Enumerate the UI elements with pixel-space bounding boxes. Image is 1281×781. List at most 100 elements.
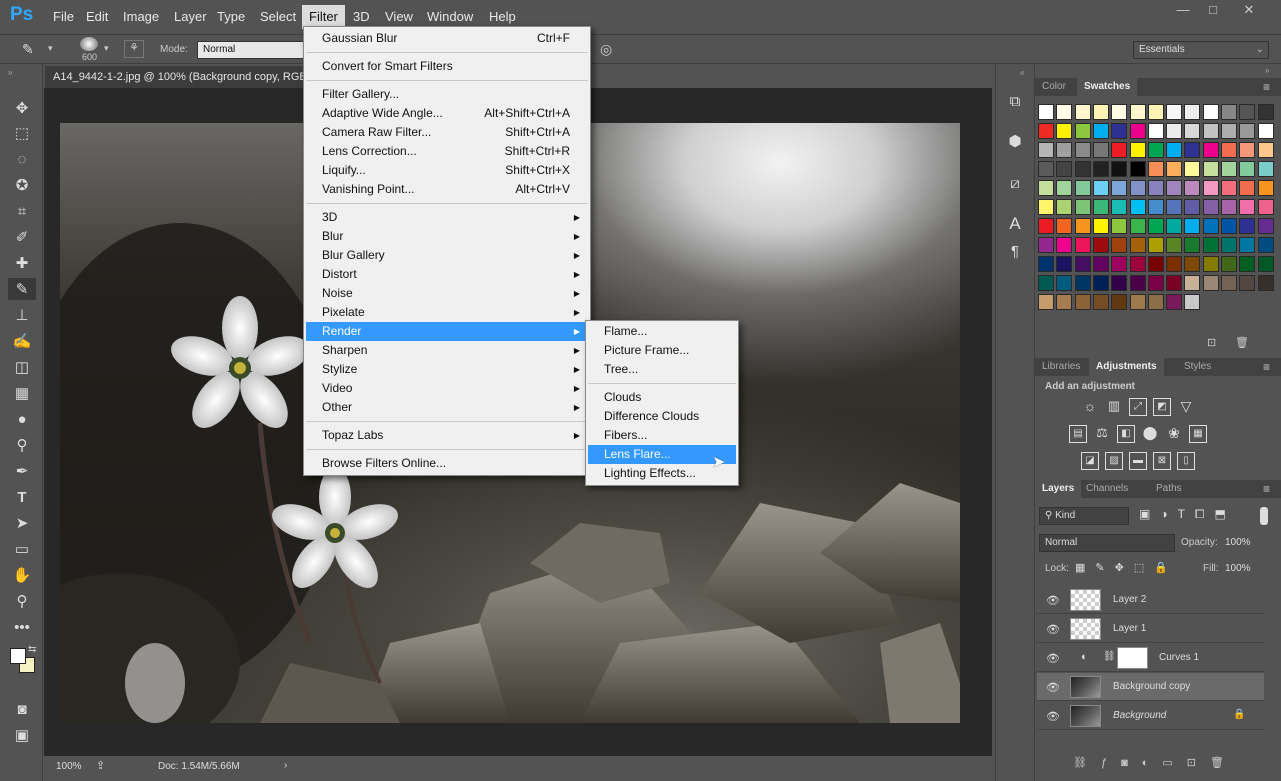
layer-row[interactable]: 👁 Layer 2	[1037, 586, 1264, 614]
fill-value[interactable]: 100%	[1225, 563, 1251, 574]
eyedropper-tool-icon[interactable]: ✐	[8, 226, 36, 248]
lock-icons[interactable]: ▦✎✥⬚🔒	[1075, 561, 1178, 574]
dodge-tool-icon[interactable]: ⚲	[8, 434, 36, 456]
threshold-icon[interactable]: ▬	[1129, 452, 1147, 470]
color-swatch[interactable]	[1056, 218, 1073, 234]
menu-item-liquify[interactable]: Liquify... Shift+Ctrl+X	[306, 161, 588, 180]
blur-tool-icon[interactable]: ●	[8, 408, 36, 430]
color-swatch[interactable]	[1129, 180, 1146, 196]
brightness-contrast-icon[interactable]: ☼	[1081, 398, 1099, 416]
mode-select[interactable]: Normal	[197, 41, 307, 59]
menu-type[interactable]: Type	[210, 5, 252, 29]
color-swatch[interactable]	[1074, 142, 1091, 158]
color-swatch[interactable]	[1166, 161, 1183, 177]
color-swatch[interactable]	[1147, 142, 1164, 158]
color-swatch[interactable]	[1074, 123, 1091, 139]
brush-tool-icon[interactable]: ✎	[8, 278, 36, 300]
tab-swatches[interactable]: Swatches	[1077, 78, 1138, 96]
color-swatch[interactable]	[1038, 104, 1054, 120]
color-swatch[interactable]	[1221, 180, 1237, 196]
menu-item-browse-filters-online[interactable]: Browse Filters Online...	[306, 454, 588, 473]
color-swatch[interactable]	[1074, 237, 1091, 253]
color-swatch[interactable]	[1038, 123, 1054, 139]
menu-item-pixelate[interactable]: Pixelate ▶	[306, 303, 588, 322]
menu-item-blur-gallery[interactable]: Blur Gallery ▶	[306, 246, 588, 265]
menu-edit[interactable]: Edit	[79, 5, 115, 29]
color-swatch[interactable]	[1221, 199, 1237, 215]
color-swatch[interactable]	[1111, 161, 1128, 177]
color-swatch[interactable]	[1257, 123, 1274, 139]
color-swatch[interactable]	[1111, 180, 1128, 196]
menu-item-flame[interactable]: Flame...	[588, 322, 736, 341]
panel-menu-icon[interactable]: ≡	[1263, 482, 1270, 496]
layer-actions[interactable]: ⛓ƒ◙◐▭⊡🗑	[1073, 756, 1238, 769]
menu-item-video[interactable]: Video ▶	[306, 379, 588, 398]
color-swatch[interactable]	[1184, 142, 1201, 158]
color-swatch[interactable]	[1056, 180, 1073, 196]
color-swatch[interactable]	[1166, 104, 1183, 120]
color-swatch[interactable]	[1038, 275, 1054, 291]
color-swatch[interactable]	[1221, 142, 1237, 158]
visibility-eye-icon[interactable]: 👁	[1046, 652, 1060, 665]
color-swatch[interactable]	[1147, 237, 1164, 253]
gradient-tool-icon[interactable]: ▦	[8, 382, 36, 404]
pen-tool-icon[interactable]: ✒	[8, 460, 36, 482]
color-swatch[interactable]	[1239, 275, 1256, 291]
color-swatch[interactable]	[1129, 104, 1146, 120]
color-swatch[interactable]	[1239, 161, 1256, 177]
healing-brush-tool-icon[interactable]: ✚	[8, 252, 36, 274]
menu-select[interactable]: Select	[253, 5, 303, 29]
color-swatch[interactable]	[1166, 218, 1183, 234]
tab-libraries[interactable]: Libraries	[1035, 358, 1087, 376]
menu-item-other[interactable]: Other ▶	[306, 398, 588, 417]
color-swatch[interactable]	[1257, 161, 1274, 177]
color-swatch[interactable]	[1147, 294, 1164, 310]
maximize-button[interactable]: □	[1200, 2, 1226, 18]
color-swatch[interactable]	[1202, 142, 1219, 158]
color-swatch[interactable]	[1166, 199, 1183, 215]
color-swatch[interactable]	[1257, 142, 1274, 158]
gradient-map-icon[interactable]: ▯	[1177, 452, 1195, 470]
brush-picker-dropdown-icon[interactable]: ▾	[104, 43, 109, 54]
visibility-eye-icon[interactable]: 👁	[1046, 594, 1060, 607]
visibility-eye-icon[interactable]: 👁	[1046, 681, 1060, 694]
menu-item-blur[interactable]: Blur ▶	[306, 227, 588, 246]
color-swatch[interactable]	[1111, 294, 1128, 310]
menu-image[interactable]: Image	[116, 5, 166, 29]
color-swatch[interactable]	[1184, 123, 1201, 139]
layer-row[interactable]: 👁 Background copy	[1037, 673, 1264, 701]
foreground-color-swatch[interactable]	[10, 648, 26, 664]
zoom-tool-icon[interactable]: ⚲	[8, 590, 36, 612]
color-swatch[interactable]	[1239, 123, 1256, 139]
color-swatch[interactable]	[1239, 104, 1256, 120]
color-swatch[interactable]	[1056, 256, 1073, 272]
color-swatch[interactable]	[1056, 275, 1073, 291]
menu-item-render[interactable]: Render ▶	[306, 322, 588, 341]
color-swatch[interactable]	[1129, 142, 1146, 158]
menu-item-stylize[interactable]: Stylize ▶	[306, 360, 588, 379]
color-swatch[interactable]	[1092, 123, 1109, 139]
color-swatch[interactable]	[1221, 104, 1237, 120]
color-swatch[interactable]	[1202, 218, 1219, 234]
menu-item-tree[interactable]: Tree...	[588, 360, 736, 379]
color-swatch[interactable]	[1092, 256, 1109, 272]
layer-filter-kind-select[interactable]: ⚲ Kind	[1039, 507, 1129, 525]
color-swatch[interactable]	[1092, 218, 1109, 234]
color-balance-icon[interactable]: ⚖	[1093, 425, 1111, 443]
color-swatch[interactable]	[1147, 104, 1164, 120]
color-swatch[interactable]	[1166, 294, 1183, 310]
color-swatch[interactable]	[1257, 275, 1274, 291]
color-swatch[interactable]	[1129, 218, 1146, 234]
color-swatch[interactable]	[1239, 237, 1256, 253]
more-tools-icon[interactable]: •••	[8, 616, 36, 638]
layer-row[interactable]: 👁 ◐ ⛓ Curves 1	[1037, 644, 1264, 672]
document-tab[interactable]: A14_9442-1-2.jpg @ 100% (Background copy…	[45, 66, 303, 88]
color-swatch[interactable]	[1111, 275, 1128, 291]
color-swatch[interactable]	[1257, 218, 1274, 234]
color-swatch[interactable]	[1166, 256, 1183, 272]
color-swatch[interactable]	[1202, 237, 1219, 253]
color-swatch[interactable]	[1074, 104, 1091, 120]
color-swatch[interactable]	[1184, 256, 1201, 272]
color-swatch[interactable]	[1056, 237, 1073, 253]
color-swatch[interactable]	[1147, 275, 1164, 291]
